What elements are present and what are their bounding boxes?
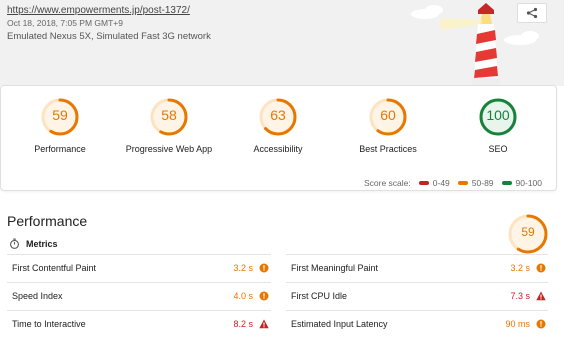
metric-value: 7.3 s bbox=[510, 291, 530, 301]
metric-label: Time to Interactive bbox=[12, 319, 86, 329]
category-scores-card: 59 Performance 58 Progressive Web App 63… bbox=[0, 85, 557, 191]
score-scale-label: Score scale: bbox=[363, 178, 411, 188]
metric-label: Speed Index bbox=[12, 291, 63, 301]
gauge-pwa[interactable]: 58 Progressive Web App bbox=[114, 97, 224, 154]
performance-score-gauge[interactable]: 59 bbox=[506, 212, 550, 256]
metric-row: Speed Index 4.0 s bbox=[7, 282, 271, 309]
section-title-performance: Performance bbox=[7, 213, 88, 229]
stopwatch-icon bbox=[10, 238, 19, 249]
metric-label: First Contentful Paint bbox=[12, 263, 97, 273]
metric-row: First Meaningful Paint 3.2 s bbox=[286, 254, 548, 281]
scale-pass: 90-100 bbox=[501, 178, 542, 188]
gauge-performance[interactable]: 59 Performance bbox=[5, 97, 115, 154]
gauge-score: 58 bbox=[161, 107, 177, 123]
lighthouse-illustration bbox=[411, 3, 539, 86]
metric-label: First Meaningful Paint bbox=[291, 263, 379, 273]
metric-row: First Contentful Paint 3.2 s bbox=[7, 254, 271, 281]
metric-row: Estimated Input Latency 90 ms bbox=[286, 310, 548, 337]
metric-row: Time to Interactive 8.2 s bbox=[7, 310, 271, 337]
metric-label: Estimated Input Latency bbox=[291, 319, 388, 329]
score-scale-legend: Score scale: 0-49 50-89 90-100 bbox=[364, 178, 542, 188]
scale-fail: 0-49 bbox=[418, 178, 450, 188]
red-triangle-icon bbox=[536, 291, 546, 301]
report-date: Oct 18, 2018, 7:05 PM GMT+9 bbox=[7, 18, 123, 28]
orange-circle-icon bbox=[259, 291, 269, 301]
orange-circle-icon bbox=[536, 263, 546, 273]
gauge-label: Best Practices bbox=[359, 144, 417, 154]
metric-value: 3.2 s bbox=[510, 263, 530, 273]
gauge-score: 63 bbox=[270, 107, 286, 123]
gauge-label: Accessibility bbox=[253, 144, 303, 154]
metric-label: First CPU Idle bbox=[291, 291, 348, 301]
scale-fail-range: 0-49 bbox=[432, 178, 450, 188]
gauge-score: 59 bbox=[52, 107, 68, 123]
gauge-label: SEO bbox=[488, 144, 508, 154]
scale-pass-range: 90-100 bbox=[515, 178, 542, 188]
gauge-score: 60 bbox=[380, 107, 396, 123]
gauge-accessibility[interactable]: 63 Accessibility bbox=[223, 97, 333, 154]
gauge-best-practices[interactable]: 60 Best Practices bbox=[333, 97, 443, 154]
gauge-label: Performance bbox=[34, 144, 86, 154]
metrics-label: Metrics bbox=[26, 238, 58, 249]
gauge-score: 100 bbox=[486, 107, 510, 123]
fail-swatch bbox=[418, 181, 429, 185]
metric-value: 3.2 s bbox=[233, 263, 253, 273]
orange-circle-icon bbox=[536, 319, 546, 329]
report-url-link[interactable]: https://www.empowerments.jp/post-1372/ bbox=[7, 5, 190, 16]
gauge-label: Progressive Web App bbox=[125, 144, 213, 154]
scale-average: 50-89 bbox=[457, 178, 494, 188]
pass-swatch bbox=[501, 181, 512, 185]
average-swatch bbox=[457, 181, 468, 185]
report-header: https://www.empowerments.jp/post-1372/ O… bbox=[0, 0, 564, 86]
scale-average-range: 50-89 bbox=[471, 178, 494, 188]
metric-value: 90 ms bbox=[505, 319, 530, 329]
red-triangle-icon bbox=[259, 319, 269, 329]
metrics-heading[interactable]: Metrics bbox=[9, 238, 58, 249]
metric-value: 4.0 s bbox=[233, 291, 253, 301]
emulation-info: Emulated Nexus 5X, Simulated Fast 3G net… bbox=[7, 31, 211, 42]
orange-circle-icon bbox=[259, 263, 269, 273]
gauge-score: 59 bbox=[521, 225, 535, 239]
metric-row: First CPU Idle 7.3 s bbox=[286, 282, 548, 309]
gauge-seo[interactable]: 100 SEO bbox=[443, 97, 553, 154]
metric-value: 8.2 s bbox=[233, 319, 253, 329]
